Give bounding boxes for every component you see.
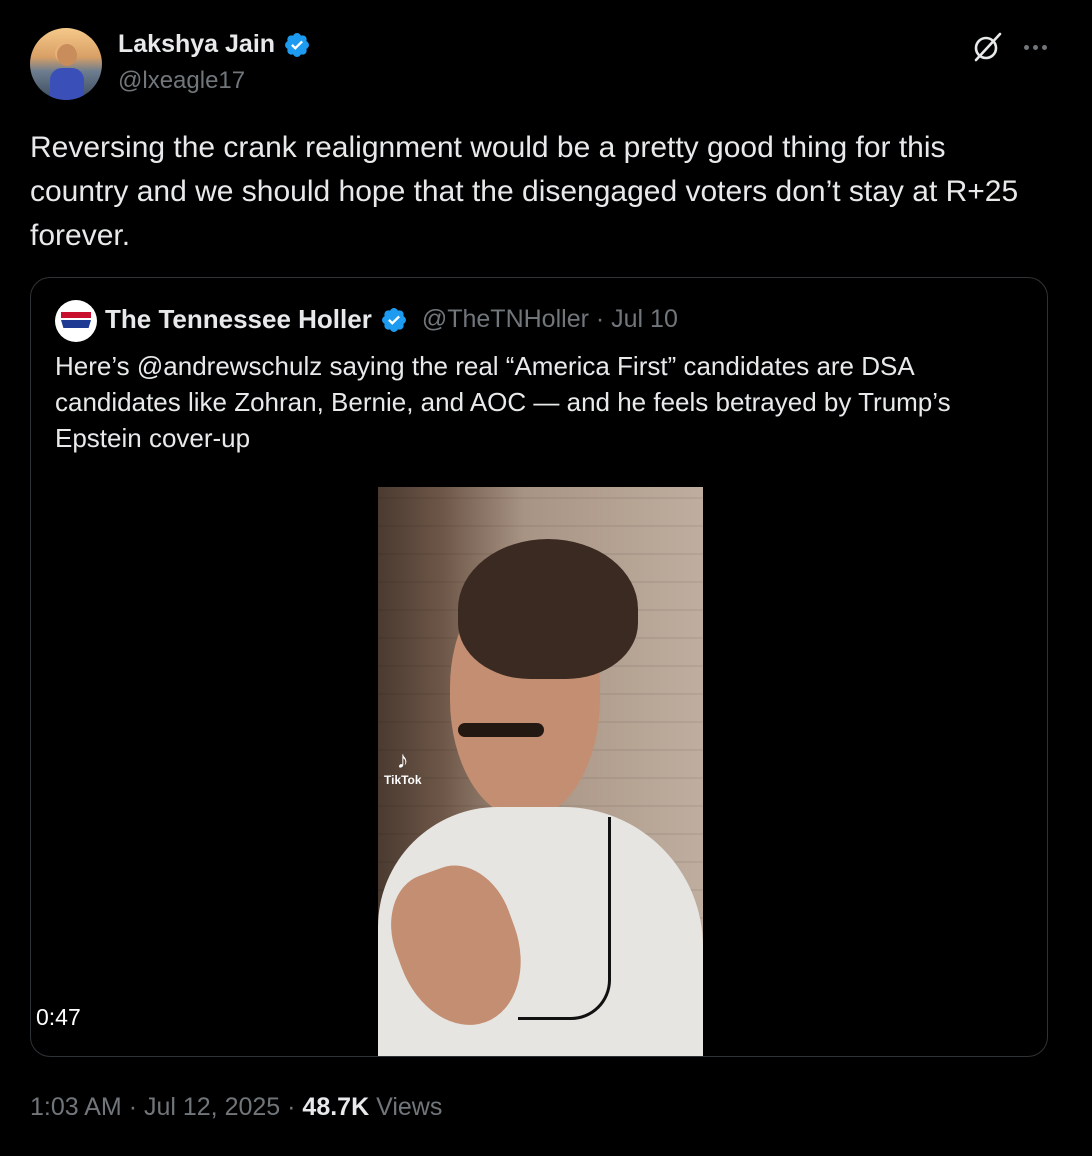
tweet-footer: 1:03 AM · Jul 12, 2025 · 48.7K Views — [30, 1093, 442, 1122]
video-duration: 0:47 — [36, 1004, 81, 1030]
quoted-video[interactable]: ♪ TikTok — [378, 487, 703, 1056]
tweet-date[interactable]: Jul 12, 2025 — [144, 1093, 280, 1121]
author-avatar[interactable] — [30, 28, 102, 100]
tiktok-label: TikTok — [384, 773, 422, 787]
quoted-header: The Tennessee Holler @TheTNHoller · Jul … — [105, 304, 678, 335]
quoted-text: Here’s @andrewschulz saying the real “Am… — [55, 351, 951, 453]
author-display-name[interactable]: Lakshya Jain — [118, 30, 275, 59]
tiktok-icon: ♪ — [396, 747, 409, 774]
quoted-separator: · — [595, 305, 605, 333]
footer-separator: · — [128, 1093, 138, 1121]
tweet-time[interactable]: 1:03 AM — [30, 1093, 122, 1121]
grok-icon[interactable] — [970, 30, 1004, 64]
tweet: Lakshya Jain @lxeagle17 Reversing the cr… — [0, 0, 1092, 1156]
author-handle[interactable]: @lxeagle17 — [118, 67, 245, 95]
quoted-handle[interactable]: @TheTNHoller — [422, 305, 589, 333]
quoted-display-name[interactable]: The Tennessee Holler — [105, 304, 372, 335]
verified-badge-icon — [381, 307, 406, 332]
footer-separator: · — [287, 1093, 296, 1121]
tweet-text: Reversing the crank realignment would be… — [30, 131, 1019, 252]
quoted-date[interactable]: Jul 10 — [611, 305, 678, 333]
tiktok-watermark: ♪ TikTok — [384, 747, 422, 788]
verified-badge-icon — [285, 32, 309, 57]
views-label: Views — [376, 1093, 443, 1121]
quoted-tweet-card[interactable]: The Tennessee Holler @TheTNHoller · Jul … — [30, 277, 1048, 1057]
quoted-avatar[interactable] — [55, 300, 97, 342]
more-icon[interactable] — [1018, 30, 1052, 64]
views-count: 48.7K — [302, 1093, 370, 1121]
author-name-row: Lakshya Jain — [118, 30, 311, 59]
